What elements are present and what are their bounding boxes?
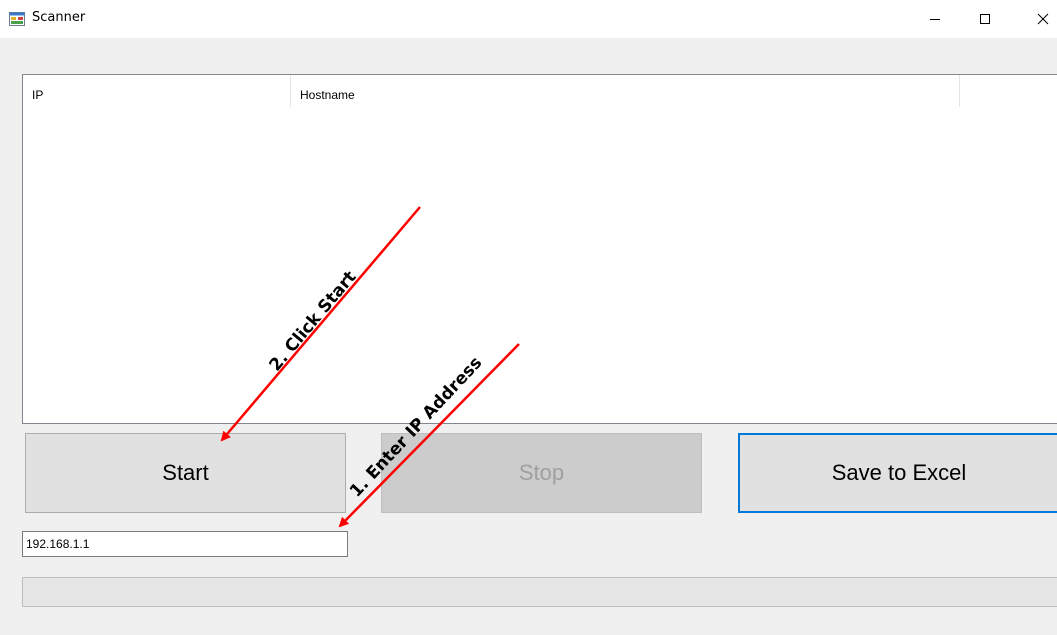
close-button[interactable] [1020,0,1057,38]
close-icon [1037,13,1049,25]
windows-form-icon [9,12,25,26]
ip-address-input[interactable] [22,531,348,557]
results-list-view[interactable]: IP Hostname [22,74,1057,424]
progress-bar [22,577,1057,607]
save-to-excel-button[interactable]: Save to Excel [738,433,1057,513]
start-button[interactable]: Start [25,433,346,513]
list-header: IP Hostname [23,75,1057,107]
title-bar[interactable]: Scanner [0,0,1057,38]
stop-button: Stop [381,433,702,513]
window-title: Scanner [32,10,86,25]
maximize-button[interactable] [962,0,1008,38]
column-header-filler [960,75,1057,107]
column-header-ip[interactable]: IP [23,75,291,107]
minimize-icon [930,19,940,20]
maximize-icon [980,14,990,24]
minimize-button[interactable] [912,0,958,38]
scanner-window: Scanner IP Hostname Start Stop Save to E… [0,0,1057,635]
column-header-hostname[interactable]: Hostname [291,75,960,107]
